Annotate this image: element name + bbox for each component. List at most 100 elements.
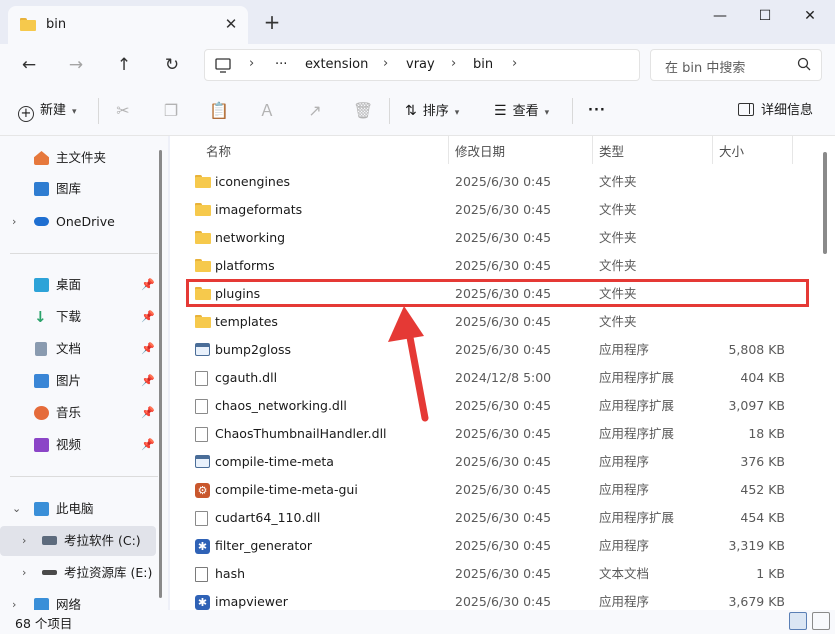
- file-type: 应用程序: [599, 594, 650, 609]
- forward-arrow-icon[interactable]: →: [61, 51, 91, 79]
- sidebar-item-drive-e[interactable]: › 考拉资源库 (E:): [0, 558, 156, 588]
- view-button[interactable]: ☰ 查看 ▾: [494, 100, 549, 122]
- more-options-button[interactable]: ···: [588, 100, 606, 122]
- close-tab-icon[interactable]: ✕: [222, 15, 240, 33]
- up-arrow-icon[interactable]: ↑: [109, 51, 139, 79]
- file-row[interactable]: platforms 2025/6/30 0:45 文件夹: [186, 252, 809, 280]
- file-type: 应用程序: [599, 538, 650, 553]
- new-tab-button[interactable]: +: [262, 12, 282, 32]
- pin-icon[interactable]: 📌: [141, 302, 155, 332]
- tiles-view-icon[interactable]: [812, 612, 830, 630]
- details-pane-button[interactable]: 详细信息: [738, 100, 813, 122]
- chevron-right-icon: ›: [383, 56, 389, 71]
- file-row[interactable]: iconengines 2025/6/30 0:45 文件夹: [186, 168, 809, 196]
- details-label: 详细信息: [761, 103, 814, 118]
- file-row[interactable]: templates 2025/6/30 0:45 文件夹: [186, 308, 809, 336]
- application-icon: [195, 343, 211, 357]
- address-bar[interactable]: › ··· extension › vray › bin ›: [204, 49, 640, 81]
- dll-file-icon: [195, 371, 211, 386]
- tab-bin[interactable]: bin ✕: [8, 6, 248, 44]
- file-name: imapviewer: [215, 594, 288, 609]
- sidebar-item-label: 桌面: [56, 277, 82, 292]
- pin-icon[interactable]: 📌: [141, 334, 155, 364]
- copy-icon[interactable]: ❐: [161, 101, 181, 121]
- close-window-button[interactable]: ✕: [787, 0, 833, 32]
- paste-icon[interactable]: 📋: [209, 101, 229, 121]
- file-row[interactable]: chaos_networking.dll 2025/6/30 0:45 应用程序扩展…: [186, 392, 809, 420]
- file-list-scrollbar[interactable]: [823, 152, 827, 254]
- sidebar-item-onedrive[interactable]: › OneDrive: [0, 207, 156, 237]
- file-name: chaos_networking.dll: [215, 398, 347, 413]
- chevron-down-icon: ▾: [454, 108, 460, 118]
- music-icon: [34, 406, 49, 420]
- highlight-box: [186, 279, 809, 307]
- sidebar-item-music[interactable]: 音乐 📌: [0, 398, 156, 428]
- file-row[interactable]: ⚙ compile-time-meta-gui 2025/6/30 0:45 应用程序…: [186, 476, 809, 504]
- rename-icon[interactable]: Ａ: [257, 101, 277, 121]
- pin-icon[interactable]: 📌: [141, 398, 155, 428]
- sidebar-item-pictures[interactable]: 图片 📌: [0, 366, 156, 396]
- file-row[interactable]: networking 2025/6/30 0:45 文件夹: [186, 224, 809, 252]
- sidebar-item-this-pc[interactable]: ⌄ 此电脑: [0, 494, 156, 524]
- file-size: 452 KB: [740, 482, 785, 497]
- sidebar-item-downloads[interactable]: ↓ 下载 📌: [0, 302, 156, 332]
- file-row[interactable]: compile-time-meta 2025/6/30 0:45 应用程序 376 K…: [186, 448, 809, 476]
- file-row[interactable]: ✱ filter_generator 2025/6/30 0:45 应用程序 3,319…: [186, 532, 809, 560]
- pin-icon[interactable]: 📌: [141, 366, 155, 396]
- breadcrumb-extension[interactable]: extension: [305, 57, 368, 72]
- column-divider[interactable]: [592, 136, 593, 164]
- pin-icon[interactable]: 📌: [141, 270, 155, 300]
- column-header-date[interactable]: 修改日期: [455, 140, 505, 164]
- pin-icon[interactable]: 📌: [141, 430, 155, 460]
- sort-button[interactable]: ⇅ 排序 ▾: [405, 100, 459, 122]
- file-type: 应用程序扩展: [599, 426, 675, 441]
- chevron-right-icon: ›: [512, 56, 518, 71]
- file-date: 2025/6/30 0:45: [455, 314, 552, 329]
- sidebar-item-home[interactable]: 主文件夹: [0, 143, 156, 173]
- search-input[interactable]: 在 bin 中搜索: [650, 49, 822, 81]
- sidebar-item-documents[interactable]: 文档 📌: [0, 334, 156, 364]
- sidebar-item-network[interactable]: › 网络: [0, 590, 156, 610]
- folder-icon: [195, 203, 211, 217]
- sidebar-scrollbar[interactable]: [159, 150, 162, 598]
- file-row[interactable]: ChaosThumbnailHandler.dll 2025/6/30 0:45 应…: [186, 420, 809, 448]
- column-header-size[interactable]: 大小: [719, 140, 744, 164]
- sort-ascending-icon: ⌃: [318, 136, 326, 141]
- navigation-pane: 主文件夹 图库 › OneDrive 桌面 📌 ↓ 下载 📌 文档 📌 图片 📌…: [0, 136, 168, 610]
- file-date: 2025/6/30 0:45: [455, 202, 552, 217]
- file-row[interactable]: imageformats 2025/6/30 0:45 文件夹: [186, 196, 809, 224]
- breadcrumb-bin[interactable]: bin: [473, 57, 493, 72]
- delete-icon[interactable]: 🗑: [353, 101, 373, 121]
- file-type: 文本文档: [599, 566, 650, 581]
- application-icon: ✱: [195, 539, 211, 554]
- new-button[interactable]: + 新建 ▾: [18, 100, 77, 122]
- sidebar-item-gallery[interactable]: 图库: [0, 174, 156, 204]
- details-view-icon[interactable]: [789, 612, 807, 630]
- file-name: cgauth.dll: [215, 370, 278, 385]
- sidebar-item-videos[interactable]: 视频 📌: [0, 430, 156, 460]
- column-header-name[interactable]: 名称: [206, 140, 231, 164]
- file-row[interactable]: cgauth.dll 2024/12/8 5:00 应用程序扩展 404 KB: [186, 364, 809, 392]
- column-divider[interactable]: [712, 136, 713, 164]
- search-placeholder: 在 bin 中搜索: [665, 61, 746, 76]
- sidebar-item-drive-c[interactable]: › 考拉软件 (C:): [0, 526, 156, 556]
- file-size: [719, 252, 785, 280]
- share-icon[interactable]: ↗: [305, 101, 325, 121]
- sidebar-item-desktop[interactable]: 桌面 📌: [0, 270, 156, 300]
- cut-icon[interactable]: ✂: [113, 101, 133, 121]
- column-divider[interactable]: [448, 136, 449, 164]
- refresh-icon[interactable]: ↻: [157, 51, 187, 79]
- breadcrumb-vray[interactable]: vray: [406, 57, 435, 72]
- plus-circle-icon: +: [18, 106, 34, 122]
- file-row[interactable]: ✱ imapviewer 2025/6/30 0:45 应用程序 3,679 KB: [186, 588, 809, 610]
- file-row[interactable]: bump2gloss 2025/6/30 0:45 应用程序 5,808 KB: [186, 336, 809, 364]
- drive-e-icon: [42, 570, 57, 575]
- file-row[interactable]: hash 2025/6/30 0:45 文本文档 1 KB: [186, 560, 809, 588]
- column-header-type[interactable]: 类型: [599, 140, 624, 164]
- back-arrow-icon[interactable]: ←: [14, 51, 44, 79]
- breadcrumb-ellipsis[interactable]: ···: [275, 57, 287, 72]
- minimize-button[interactable]: —: [697, 0, 743, 32]
- column-divider[interactable]: [792, 136, 793, 164]
- maximize-button[interactable]: ☐: [742, 0, 788, 32]
- file-row[interactable]: cudart64_110.dll 2025/6/30 0:45 应用程序扩展 454 …: [186, 504, 809, 532]
